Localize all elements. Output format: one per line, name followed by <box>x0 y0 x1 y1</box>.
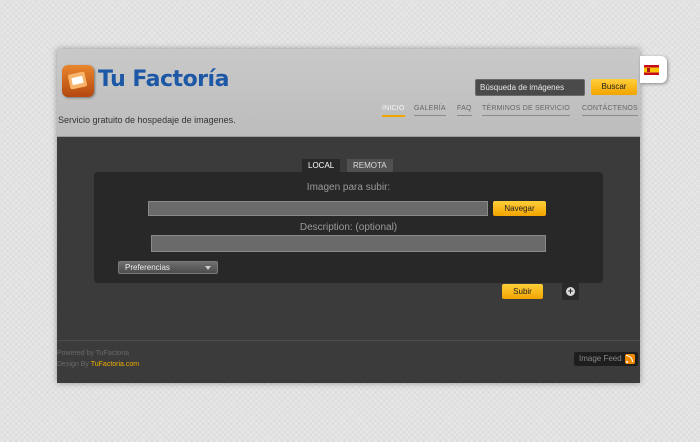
powered-by-text: Powered by TuFactoria <box>57 350 129 357</box>
site-header: Tu Factoría Servicio gratuito de hospeda… <box>57 49 640 137</box>
image-feed-button[interactable]: Image Feed <box>574 352 638 366</box>
site-logo[interactable]: Tu Factoría <box>62 65 229 99</box>
logo-box-icon <box>62 65 94 97</box>
chevron-down-icon <box>205 266 211 270</box>
submit-button[interactable]: Subir <box>502 284 543 299</box>
design-by-text: Design By TuFactoria.com <box>57 361 139 368</box>
logo-text-tu: Tu <box>98 67 133 92</box>
search-button[interactable]: Buscar <box>591 79 637 95</box>
language-selector[interactable] <box>640 56 667 83</box>
rss-icon <box>625 354 635 364</box>
design-by-prefix: Design By <box>57 361 91 368</box>
add-upload-button[interactable]: + <box>562 283 579 300</box>
image-feed-label: Image Feed <box>579 354 622 363</box>
page-container: Tu Factoría Servicio gratuito de hospeda… <box>57 49 640 383</box>
spain-flag-icon <box>644 65 659 75</box>
main-content: LOCAL REMOTA Imagen para subir: Navegar … <box>57 137 640 340</box>
main-nav: INICIO GALERÍA FAQ TÉRMINOS DE SERVICIO … <box>57 105 640 119</box>
upload-panel: Imagen para subir: Navegar Description: … <box>94 172 603 283</box>
design-by-link[interactable]: TuFactoria.com <box>91 361 139 368</box>
nav-item-terminos[interactable]: TÉRMINOS DE SERVICIO <box>482 105 570 116</box>
description-label: Description: (optional) <box>299 222 398 233</box>
image-upload-label: Imagen para subir: <box>306 182 391 193</box>
preferences-select-label: Preferencias <box>125 263 170 272</box>
browse-button[interactable]: Navegar <box>493 201 546 216</box>
logo-text-factoria: Factoría <box>132 67 229 92</box>
search-input[interactable]: Búsqueda de imágenes <box>475 79 585 96</box>
tab-remota[interactable]: REMOTA <box>347 159 393 172</box>
site-footer: Powered by TuFactoria Design By TuFactor… <box>57 340 640 383</box>
nav-item-contactenos[interactable]: CONTÁCTENOS <box>582 105 638 116</box>
nav-item-inicio[interactable]: INICIO <box>382 105 405 117</box>
preferences-select[interactable]: Preferencias <box>118 261 218 274</box>
file-path-field[interactable] <box>148 201 488 216</box>
tab-local[interactable]: LOCAL <box>302 159 341 172</box>
nav-item-faq[interactable]: FAQ <box>457 105 472 116</box>
nav-item-galeria[interactable]: GALERÍA <box>414 105 446 116</box>
description-field[interactable] <box>151 235 546 252</box>
logo-text: Tu Factoría <box>98 67 229 92</box>
add-circle-icon: + <box>566 286 575 296</box>
